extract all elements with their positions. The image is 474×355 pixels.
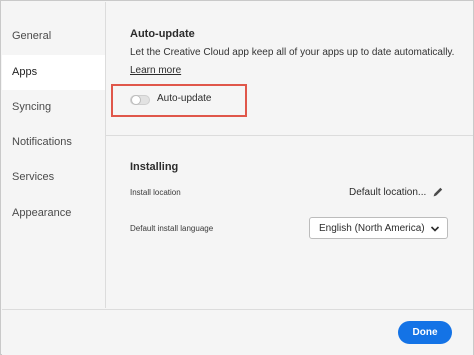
install-language-label: Default install language (130, 224, 214, 233)
sidebar: General Apps Syncing Notifications Servi… (2, 2, 106, 308)
done-button[interactable]: Done (398, 321, 452, 344)
sidebar-item-notifications[interactable]: Notifications (2, 125, 105, 160)
install-location-label: Install location (130, 188, 181, 197)
auto-update-heading: Auto-update (130, 28, 195, 40)
main-panel: Auto-update Let the Creative Cloud app k… (106, 2, 473, 308)
install-location-value[interactable]: Default location... (349, 187, 426, 198)
sidebar-item-services[interactable]: Services (2, 160, 105, 195)
install-language-value: English (North America) (319, 223, 425, 234)
pencil-icon[interactable] (432, 186, 444, 198)
auto-update-toggle[interactable] (130, 95, 150, 105)
sidebar-item-general[interactable]: General (2, 19, 105, 54)
toggle-knob (131, 95, 141, 105)
installing-heading: Installing (130, 161, 179, 173)
auto-update-toggle-label: Auto-update (157, 93, 212, 104)
auto-update-description: Let the Creative Cloud app keep all of y… (130, 47, 455, 58)
sidebar-item-syncing[interactable]: Syncing (2, 90, 105, 125)
install-language-select[interactable]: English (North America) (309, 217, 448, 239)
sidebar-item-apps[interactable]: Apps (2, 55, 105, 90)
section-divider (106, 135, 473, 136)
footer: Done (2, 309, 473, 355)
chevron-down-icon (430, 226, 440, 232)
sidebar-item-appearance[interactable]: Appearance (2, 196, 105, 231)
preferences-window: General Apps Syncing Notifications Servi… (0, 0, 474, 355)
learn-more-link[interactable]: Learn more (130, 65, 181, 76)
